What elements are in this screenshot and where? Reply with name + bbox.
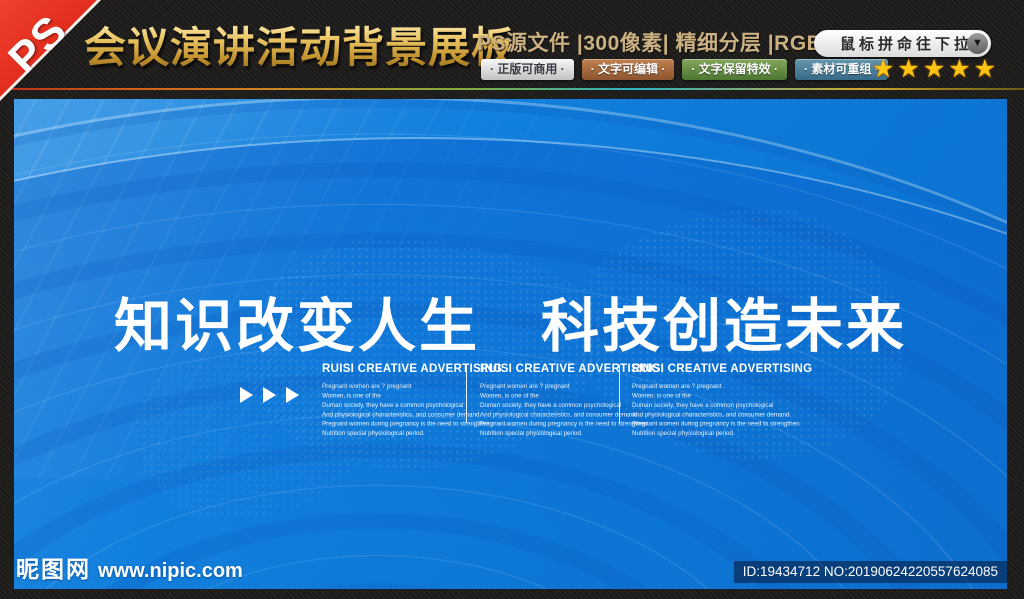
column-line: And physiological characteristics, and c… [480, 410, 640, 418]
column-line: Nutrition special physiological period. [480, 429, 583, 437]
column-line: And physiological characteristics, and c… [322, 410, 482, 418]
site-url: www.nipic.com [98, 560, 243, 582]
poster-headline: 知识改变人生 科技创造未来 [113, 294, 907, 359]
column-line: Pregnant women during pregnancy is the n… [632, 420, 800, 428]
column-line: Duman society, they have a common psycho… [480, 401, 622, 409]
column-line: Women, is one of the [322, 392, 381, 400]
dropdown-button[interactable]: ▼ [967, 33, 988, 54]
column-heading: RUISI CREATIVE ADVERTISING [480, 363, 661, 375]
site-logo-text: 昵图网 [16, 556, 91, 582]
column-heading: RUISI CREATIVE ADVERTISING [322, 363, 503, 375]
column-body: Pregnant women are ? pregnant Women, is … [632, 382, 800, 438]
feature-badges: · 正版可商用 · · 文字可编辑 · · 文字保留特效 · · 素材可重组 · [481, 59, 888, 80]
right-triangle-icon [263, 387, 276, 403]
column-divider [619, 365, 620, 423]
column-heading: RUISI CREATIVE ADVERTISING [632, 363, 813, 375]
scroll-down-dropdown[interactable]: 鼠标拼命往下拉 ▼ [814, 30, 991, 57]
column-line: Women, is one of the [632, 392, 691, 400]
column-line: Pregnant women are ? pregnant [480, 382, 570, 390]
column-line: Women, is one of the [480, 392, 539, 400]
right-triangle-icon [286, 387, 299, 403]
star-rating-icons: ★★★★★ [872, 55, 1000, 83]
arrow-bullets [240, 387, 299, 403]
column-line: Pregnant women during pregnancy is the n… [480, 420, 648, 428]
badge-editable-text[interactable]: · 文字可编辑 · [581, 59, 675, 80]
text-column-3: RUISI CREATIVE ADVERTISING Pregnant wome… [632, 363, 813, 454]
right-triangle-icon [240, 387, 253, 403]
header-divider-line [0, 88, 1024, 90]
column-line: And physiological characteristics, and c… [632, 410, 792, 418]
column-divider [466, 365, 467, 423]
chevron-down-icon: ▼ [972, 37, 983, 49]
column-body: Pregnant women are ? pregnant Women, is … [480, 382, 648, 438]
text-column-2: RUISI CREATIVE ADVERTISING Pregnant wome… [480, 363, 661, 454]
column-line: Pregnant women are ? pregnant [322, 382, 412, 390]
column-line: Nutrition special physiological period. [632, 429, 735, 437]
badge-text-effects-kept[interactable]: · 文字保留特效 · [682, 59, 788, 80]
column-line: Pregnant women are ? pregnant [632, 382, 722, 390]
poster-preview[interactable]: 知识改变人生 科技创造未来 RUISI CREATIVE ADVERTISING… [14, 99, 1007, 589]
column-line: Duman society, they have a common psycho… [322, 401, 464, 409]
page-title: 会议演讲活动背景展板 [84, 14, 514, 75]
site-watermark: 昵图网 www.nipic.com [16, 550, 243, 584]
column-line: Nutrition special physiological period. [322, 429, 425, 437]
badge-licensed-commercial[interactable]: · 正版可商用 · [481, 59, 574, 80]
feature-specs-text: PS源文件 |300像素| 精细分层 |RGB模式 [477, 32, 866, 55]
text-column-1: RUISI CREATIVE ADVERTISING Pregnant wome… [322, 363, 503, 454]
column-line: Duman society, they have a common psycho… [632, 401, 774, 409]
asset-id-label: ID:19434712 NO:20190624220557624085 [733, 561, 1007, 583]
column-line: Pregnant women during pregnancy is the n… [322, 420, 490, 428]
dropdown-label: 鼠标拼命往下拉 [839, 36, 973, 53]
column-body: Pregnant women are ? pregnant Women, is … [322, 382, 490, 438]
